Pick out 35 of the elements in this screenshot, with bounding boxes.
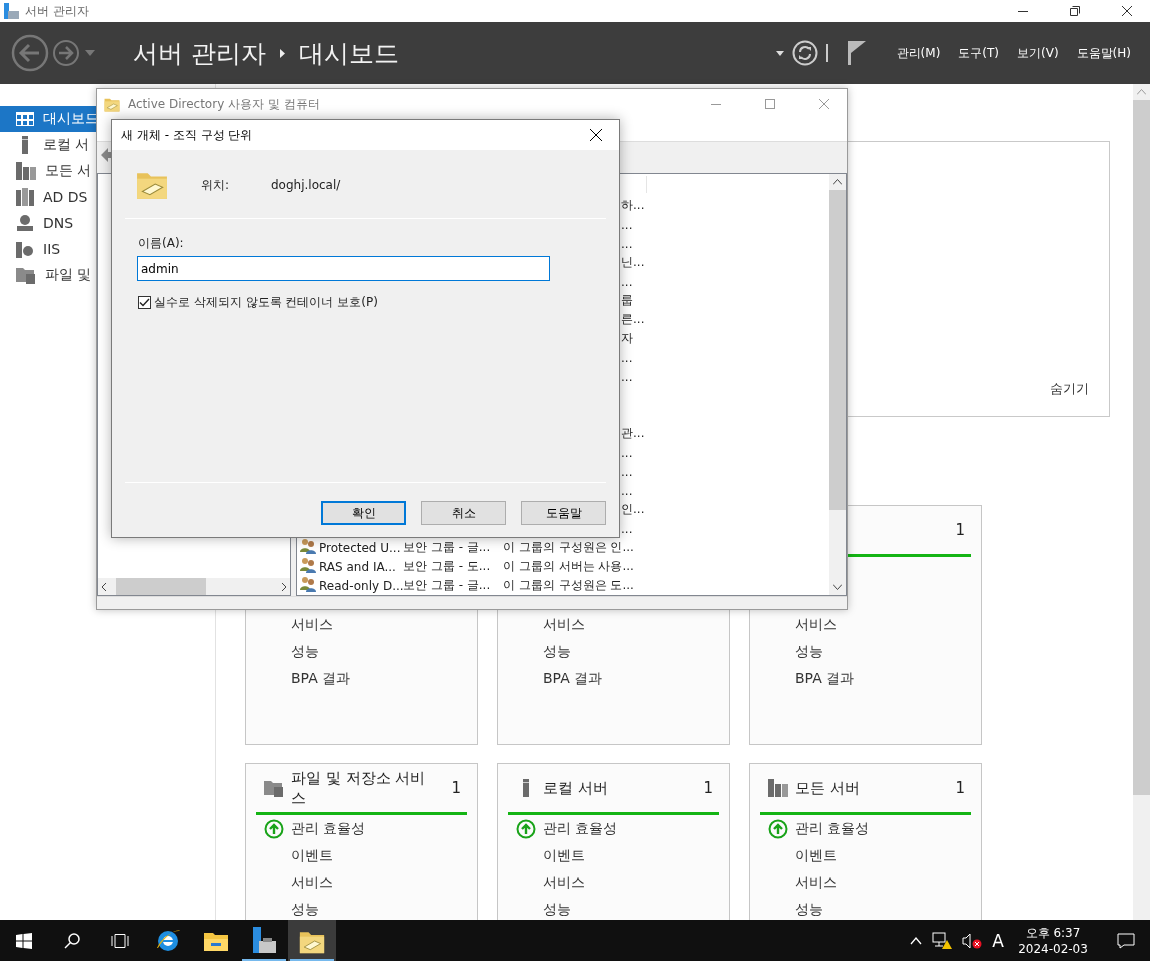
window-title: 서버 관리자	[25, 2, 90, 20]
list-cell: 자	[621, 330, 633, 347]
tile-count: 1	[703, 779, 714, 797]
list-cell: 른...	[621, 311, 645, 328]
list-cell-text: 이 그룹의 구성원은 인...	[503, 539, 635, 556]
list-cell: ...	[621, 521, 633, 536]
list-cell-text: 이 그룹의 서버는 사용...	[503, 558, 635, 575]
breadcrumb-text: 대시보드	[298, 37, 399, 70]
window-title: Active Directory 사용자 및 컴퓨터	[128, 95, 321, 113]
list-cell: ...	[621, 369, 633, 384]
list-cell: 하...	[621, 197, 645, 214]
location-label: 위치:	[201, 176, 231, 194]
list-cell: ...	[621, 445, 633, 460]
name-label: 이름(A):	[138, 235, 185, 252]
checkbox-label: 실수로 삭제되지 않도록 컨테이너 보호(P)	[154, 294, 378, 311]
list-cell-text: 이 그룹의 구성원은 도...	[503, 577, 635, 594]
list-cell: ...	[621, 274, 633, 289]
list-cell: ...	[621, 350, 633, 365]
list-cell-text: 보안 그룹 - 도...	[403, 558, 492, 575]
list-cell: 룹	[621, 292, 633, 309]
list-cell: 관...	[621, 425, 645, 442]
list-cell-text: 보안 그룹 - 글...	[403, 577, 492, 594]
tile-count: 1	[955, 779, 966, 797]
list-cell: 인...	[621, 501, 645, 518]
list-cell-text: 보안 그룹 - 글...	[403, 539, 492, 556]
dialog-title: 새 개체 - 조직 구성 단위	[121, 126, 254, 144]
list-cell: ...	[621, 464, 633, 479]
breadcrumb-text: 서버 관리자	[133, 37, 266, 70]
tile-count: 1	[955, 521, 966, 539]
location-value: doghj.local/	[271, 178, 341, 192]
list-cell: ...	[621, 217, 633, 232]
tile-count: 1	[451, 779, 462, 797]
list-cell: ...	[621, 236, 633, 251]
list-cell: 닌...	[621, 254, 645, 271]
list-cell: ...	[621, 483, 633, 498]
